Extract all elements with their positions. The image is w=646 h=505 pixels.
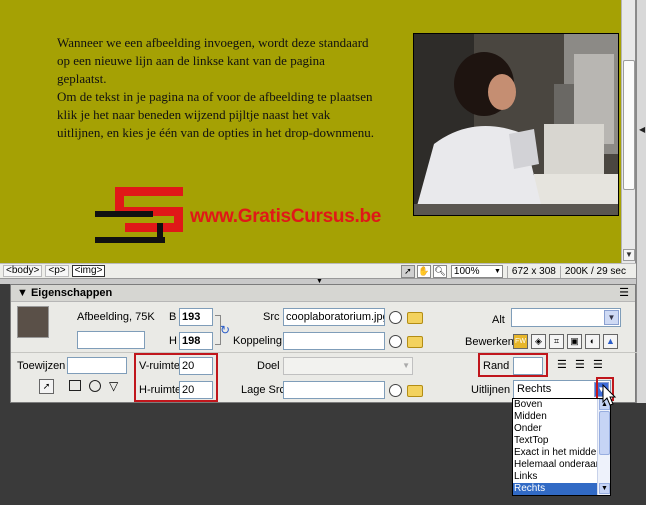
point-to-file-icon[interactable] [389,384,402,397]
selected-image[interactable] [413,33,619,216]
tag-body[interactable]: <body> [3,265,43,277]
option-absbottom[interactable]: Helemaal onderaan [513,459,597,471]
laboratory-photo [414,34,618,215]
polygon-hotspot-icon[interactable]: ▽ [109,379,118,393]
dropdown-scroll-thumb[interactable] [599,411,610,455]
tag-selector-statusbar: <body> <p> <img> ➚ ✋ 🔍︎ 100% ▼ 672 x 308 … [0,263,636,278]
resample-icon[interactable]: ▣ [567,334,582,349]
low-src-field[interactable] [283,381,385,399]
scrollbar-thumb[interactable] [623,60,635,190]
src-label: Src [263,311,280,323]
reset-size-icon[interactable]: ↻ [220,323,230,337]
align-value: Rechts [517,383,552,395]
width-field[interactable]: 193 [179,308,213,326]
align-center-icon[interactable]: ☰ [575,358,585,371]
divider [506,265,508,278]
scroll-down-arrow-icon[interactable]: ▼ [623,249,635,261]
alt-select[interactable]: ▼ [511,308,621,327]
circle-hotspot-icon[interactable] [89,380,101,392]
collapse-arrow-icon[interactable]: ◀ [639,125,645,134]
option-boven[interactable]: Boven [513,399,597,411]
highlight-spacing [134,353,218,402]
lage-src-label: Lage Src [241,384,286,396]
option-absmiddle[interactable]: Exact in het midde [513,447,597,459]
folder-icon[interactable] [407,312,423,324]
koppeling-label: Koppeling [233,335,282,347]
dropdown-scrollbar[interactable]: ▲ ▼ [597,399,610,495]
panel-collapse-strip[interactable]: ◀ [636,0,646,403]
panel-title: Eigenschappen [30,287,113,299]
src-field[interactable]: cooplaboratorium.jpg [283,308,385,326]
crop-icon[interactable]: ⌗ [549,334,564,349]
mouse-cursor-icon [602,384,617,406]
paragraph-2: Om de tekst in je pagina na of voor de a… [57,89,374,140]
height-field[interactable]: 198 [179,332,213,350]
window-dimensions[interactable]: 672 x 308 [512,266,556,277]
doel-label: Doel [257,360,280,372]
document-vertical-scrollbar[interactable]: ▼ [621,0,635,263]
bewerken-label: Bewerken [465,336,514,348]
chevron-down-icon: ▼ [493,268,501,275]
expand-arrow-icon: ▼ [17,287,31,299]
point-to-file-icon[interactable] [389,311,402,324]
target-select[interactable]: ▼ [283,357,413,375]
align-left-icon[interactable]: ☰ [557,358,567,371]
b-label: B [169,311,177,323]
image-name-field[interactable] [77,331,145,349]
divider [559,265,561,278]
properties-panel: ▼ Eigenschappen ☰ Afbeelding, 75K B 193 … [10,284,637,403]
select-arrow-icon[interactable]: ➚ [400,265,415,278]
paragraph-1: Wanneer we een afbeelding invoegen, word… [57,35,369,86]
tag-p[interactable]: <p> [45,265,69,277]
chevron-down-icon[interactable]: ▼ [604,310,619,325]
option-links[interactable]: Links [513,471,597,483]
link-field[interactable] [283,332,385,350]
folder-icon[interactable] [407,385,423,397]
highlight-border [478,353,548,377]
map-name-field[interactable] [67,357,127,374]
hand-icon[interactable]: ✋ [416,265,431,278]
align-dropdown-list[interactable]: Boven Midden Onder TextTop Exact in het … [512,398,611,496]
zoom-icon[interactable]: 🔍︎ [432,265,447,278]
option-rechts[interactable]: Rechts [513,483,597,495]
alt-label: Alt [492,314,505,326]
option-onder[interactable]: Onder [513,423,597,435]
tag-img[interactable]: <img> [71,265,106,277]
document-view[interactable]: Wanneer we een afbeelding invoegen, word… [0,0,636,263]
rect-hotspot-icon[interactable] [69,380,81,391]
h-label: H [169,335,177,347]
properties-panel-header[interactable]: ▼ Eigenschappen ☰ [11,285,635,302]
zoom-select[interactable]: 100% ▼ [450,265,503,278]
option-midden[interactable]: Midden [513,411,597,423]
image-thumbnail [17,306,49,338]
sharpen-icon[interactable]: ▲ [603,334,618,349]
pointer-hotspot-icon[interactable]: ➚ [39,379,54,394]
chevron-down-icon: ▼ [402,361,410,370]
logo-text: www.GratisCursus.be [190,206,382,227]
option-texttop[interactable]: TextTop [513,435,597,447]
zoom-value: 100% [453,266,480,277]
folder-icon[interactable] [407,336,423,348]
brightness-icon[interactable]: ◐ [585,334,600,349]
toewijzen-label: Toewijzen [17,360,66,372]
optimize-icon[interactable]: ◈ [531,334,546,349]
scroll-down-arrow-icon[interactable]: ▼ [599,483,610,494]
point-to-file-icon[interactable] [389,335,402,348]
uitlijnen-label: Uitlijnen [471,384,511,396]
document-text[interactable]: Wanneer we een afbeelding invoegen, word… [57,34,375,142]
fireworks-edit-icon[interactable]: FW [513,334,528,349]
align-right-icon[interactable]: ☰ [593,358,603,371]
image-label: Afbeelding, 75K [77,311,155,323]
options-menu-icon[interactable]: ☰ [619,285,629,301]
page-size-download-time: 200K / 29 sec [564,266,626,277]
